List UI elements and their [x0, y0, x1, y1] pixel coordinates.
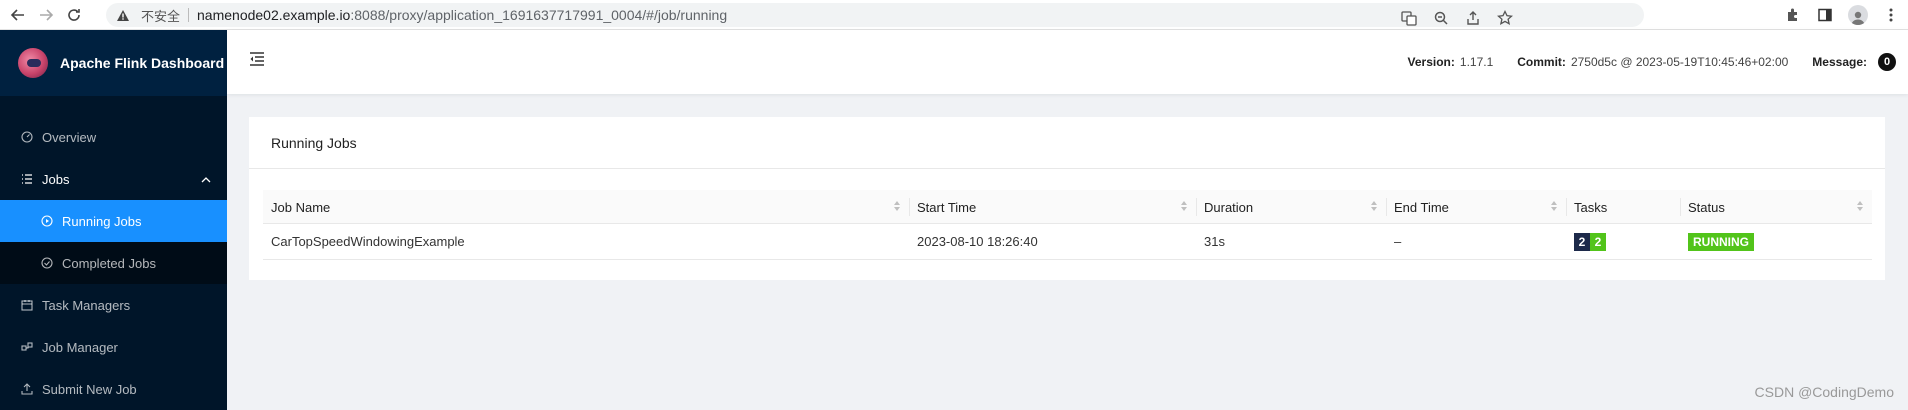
- url-divider: [188, 8, 190, 22]
- sort-icon[interactable]: [1856, 200, 1864, 212]
- cluster-info: Version: 1.17.1 Commit: 2750d5c @ 2023-0…: [1396, 30, 1908, 94]
- sidebar-item-label: Overview: [42, 129, 97, 145]
- column-header-end-time[interactable]: End Time: [1386, 190, 1566, 224]
- menu-fold-icon[interactable]: [249, 52, 265, 71]
- sort-icon[interactable]: [1180, 200, 1188, 212]
- watermark: CSDN @CodingDemo: [1754, 384, 1894, 400]
- browser-menu-icon[interactable]: [1882, 6, 1900, 24]
- sidebar-item-label: Task Managers: [42, 297, 131, 313]
- browser-extension-area: [1784, 5, 1900, 25]
- version-info: Version: 1.17.1: [1396, 55, 1506, 69]
- running-jobs-table: Job Name Start Time Duration End Time Ta…: [263, 190, 1872, 260]
- insecure-label: 不安全: [141, 9, 181, 25]
- start-time-cell: 2023-08-10 18:26:40: [917, 234, 1038, 249]
- warning-icon: [116, 9, 135, 22]
- sidebar-item-running-jobs[interactable]: Running Jobs: [0, 200, 227, 242]
- forward-arrow-icon[interactable]: [32, 0, 60, 30]
- address-bar[interactable]: 不安全 namenode02.example.io:8088/proxy/app…: [106, 3, 1644, 27]
- status-badge: RUNNING: [1688, 232, 1754, 251]
- message-count-badge[interactable]: 0: [1878, 53, 1896, 71]
- play-circle-icon: [40, 215, 54, 227]
- version-value: 1.17.1: [1459, 55, 1494, 69]
- zoom-icon[interactable]: [1432, 9, 1450, 27]
- sidebar-item-label: Jobs: [42, 171, 70, 187]
- table-header: Job Name Start Time Duration End Time Ta…: [263, 190, 1872, 224]
- address-bar-actions: [1400, 9, 1514, 27]
- jobs-submenu: Running Jobs Completed Jobs: [0, 200, 227, 284]
- side-panel-icon[interactable]: [1816, 6, 1834, 24]
- cluster-icon: [20, 341, 34, 353]
- message-label: Message:: [1812, 55, 1867, 69]
- task-running-badge: 2: [1590, 232, 1606, 251]
- commit-info: Commit: 2750d5c @ 2023-05-19T10:45:46+02…: [1505, 55, 1800, 69]
- app-title: Apache Flink Dashboard: [60, 55, 225, 71]
- sidebar-item-task-managers[interactable]: Task Managers: [0, 284, 227, 326]
- sidebar-item-completed-jobs[interactable]: Completed Jobs: [0, 242, 227, 284]
- sidebar-item-label: Running Jobs: [62, 213, 142, 229]
- column-header-job-name[interactable]: Job Name: [263, 190, 909, 224]
- sort-icon[interactable]: [1550, 200, 1558, 212]
- bookmark-star-icon[interactable]: [1496, 9, 1514, 27]
- sort-icon[interactable]: [1370, 200, 1378, 212]
- chevron-up-icon: [201, 172, 211, 187]
- column-header-label: Duration: [1204, 199, 1254, 215]
- sidebar-item-label: Completed Jobs: [62, 255, 156, 271]
- dashboard-icon: [20, 131, 34, 143]
- sidebar-item-overview[interactable]: Overview: [0, 116, 227, 158]
- job-name-cell: CarTopSpeedWindowingExample: [271, 234, 465, 249]
- extensions-puzzle-icon[interactable]: [1784, 6, 1802, 24]
- sidebar-item-jobs[interactable]: Jobs: [0, 158, 227, 200]
- column-header-label: Start Time: [917, 199, 977, 215]
- running-jobs-card: Running Jobs Job Name Start Time Duratio…: [249, 117, 1885, 280]
- column-header-start-time[interactable]: Start Time: [909, 190, 1196, 224]
- task-total-badge: 2: [1574, 232, 1590, 251]
- status-cell: RUNNING: [1680, 232, 1872, 251]
- column-header-label: Job Name: [271, 199, 331, 215]
- column-header-label: End Time: [1394, 199, 1449, 215]
- sidebar-menu: Overview Jobs Running Jobs Completed Job…: [0, 116, 227, 410]
- schedule-icon: [20, 299, 34, 311]
- share-icon[interactable]: [1464, 9, 1482, 27]
- translate-icon[interactable]: [1400, 9, 1418, 27]
- sidebar-item-job-manager[interactable]: Job Manager: [0, 326, 227, 368]
- top-header: Version: 1.17.1 Commit: 2750d5c @ 2023-0…: [227, 30, 1908, 94]
- column-header-label: Tasks: [1574, 199, 1608, 215]
- end-time-cell: –: [1394, 234, 1402, 249]
- check-circle-icon: [40, 257, 54, 269]
- message-info[interactable]: Message: 0: [1800, 53, 1908, 71]
- column-header-status[interactable]: Status: [1680, 190, 1872, 224]
- sidebar: Apache Flink Dashboard Overview Jobs Run…: [0, 30, 227, 410]
- sidebar-item-submit-new-job[interactable]: Submit New Job: [0, 368, 227, 410]
- upload-icon: [20, 383, 34, 395]
- commit-value: 2750d5c @ 2023-05-19T10:45:46+02:00: [1570, 55, 1789, 69]
- version-label: Version:: [1407, 55, 1455, 69]
- url-host: namenode02.example.io: [197, 7, 351, 23]
- sidebar-item-label: Job Manager: [42, 339, 118, 355]
- browser-toolbar: 不安全 namenode02.example.io:8088/proxy/app…: [0, 0, 1908, 30]
- tasks-cell: 2 2: [1566, 232, 1680, 251]
- sidebar-item-label: Submit New Job: [42, 381, 137, 397]
- sort-icon[interactable]: [893, 200, 901, 212]
- task-count-badges: 2 2: [1574, 232, 1680, 251]
- profile-avatar-icon[interactable]: [1848, 5, 1868, 25]
- column-header-tasks: Tasks: [1566, 190, 1680, 224]
- reload-icon[interactable]: [60, 0, 88, 30]
- list-icon: [20, 173, 34, 185]
- duration-cell: 31s: [1204, 234, 1225, 249]
- column-header-label: Status: [1688, 199, 1725, 215]
- flink-squirrel-logo: [18, 48, 48, 78]
- commit-label: Commit:: [1517, 55, 1566, 69]
- card-title: Running Jobs: [249, 117, 1885, 169]
- back-arrow-icon[interactable]: [4, 0, 32, 30]
- column-header-duration[interactable]: Duration: [1196, 190, 1386, 224]
- url-path: :8088/proxy/application_1691637717991_00…: [350, 7, 728, 23]
- app-logo-row[interactable]: Apache Flink Dashboard: [0, 30, 227, 96]
- table-row[interactable]: CarTopSpeedWindowingExample 2023-08-10 1…: [263, 224, 1872, 260]
